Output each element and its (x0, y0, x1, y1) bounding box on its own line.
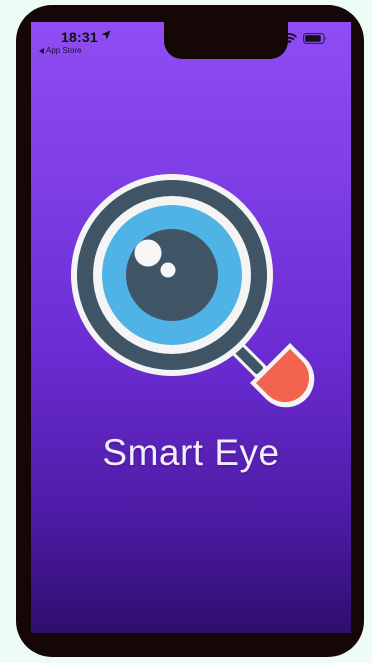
camera-notch (164, 22, 288, 59)
location-arrow-icon (101, 30, 111, 40)
smart-eye-logo-icon (71, 174, 315, 408)
back-label: App Store (46, 46, 82, 55)
status-time: 18:31 (61, 29, 98, 45)
splash-screen: 18:31 App Store Smart Eye (31, 22, 351, 633)
app-name-title: Smart Eye (102, 432, 280, 473)
battery-icon (303, 33, 326, 44)
back-arrow-icon (39, 47, 44, 54)
back-to-app-store-link[interactable]: App Store (39, 46, 82, 55)
